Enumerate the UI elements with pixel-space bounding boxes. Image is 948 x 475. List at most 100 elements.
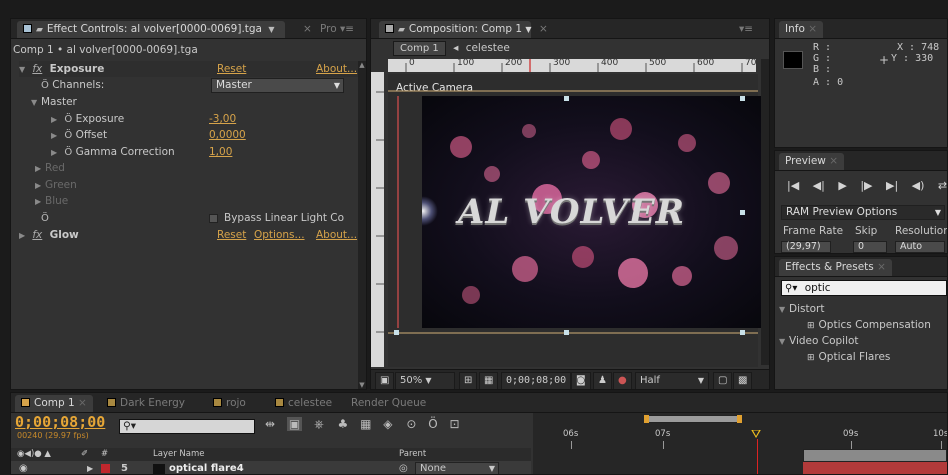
breadcrumb-next[interactable]: celestee: [466, 42, 510, 54]
graph-icon[interactable]: ⊡: [450, 417, 460, 431]
chevron-down-icon[interactable]: ▼: [268, 25, 274, 34]
expand-triangle-icon[interactable]: ▶: [19, 228, 29, 244]
tab-info[interactable]: Info ×: [779, 21, 824, 38]
tab-dark-energy[interactable]: Dark Energy: [101, 395, 191, 412]
audio-icon[interactable]: ◀): [912, 179, 925, 192]
reset-link[interactable]: Reset: [217, 227, 246, 243]
resolution-dropdown[interactable]: Half ▼: [635, 372, 709, 389]
effects-search-field[interactable]: ⚲▾ optic: [781, 280, 947, 296]
options-link[interactable]: Options...: [254, 227, 305, 243]
stopwatch-icon[interactable]: Ö: [428, 417, 437, 431]
eye-icon[interactable]: ◉: [19, 461, 28, 474]
expand-triangle-icon[interactable]: ▼: [779, 334, 789, 350]
transparency-grid-icon[interactable]: ▩: [733, 372, 753, 389]
always-preview-icon[interactable]: ▣: [375, 372, 395, 389]
chevron-down-icon[interactable]: ▼: [525, 25, 531, 34]
time-graph[interactable]: 06s 07s 09s 10s ⛛: [533, 413, 947, 474]
graph-editor-icon[interactable]: ◈: [383, 417, 392, 431]
expand-triangle-icon[interactable]: ▼: [31, 95, 41, 111]
expand-triangle-icon[interactable]: ▼: [19, 62, 29, 78]
close-icon[interactable]: ×: [78, 397, 87, 409]
tab-effect-controls[interactable]: ▰ Effect Controls: al volver[0000-0069].t…: [17, 21, 285, 38]
param-value[interactable]: 1,00: [209, 144, 232, 160]
skip-dropdown[interactable]: 0: [853, 241, 887, 253]
safe-zones-icon[interactable]: ⊞: [459, 372, 478, 389]
channels-dropdown[interactable]: Master ▼: [211, 78, 344, 93]
panel-menu-icon[interactable]: ▾≡: [733, 21, 759, 38]
expand-triangle-icon[interactable]: ▶: [51, 128, 61, 144]
param-value[interactable]: -3,00: [209, 111, 236, 127]
next-frame-icon[interactable]: |▶: [860, 179, 872, 192]
expand-triangle-icon[interactable]: ▶: [87, 461, 93, 474]
lock-icon[interactable]: ▰: [398, 25, 405, 35]
tab-render-queue[interactable]: Render Queue: [345, 395, 432, 412]
layer-track-bar[interactable]: [803, 462, 947, 474]
stopwatch-icon[interactable]: Ö: [64, 112, 72, 128]
effect-glow-row[interactable]: ▶ fx Glow Reset Options... About...: [19, 227, 358, 243]
snapshot-icon[interactable]: ◙: [571, 372, 591, 389]
shy-layers-icon[interactable]: ⎈: [314, 417, 324, 431]
comp-viewport[interactable]: Active Camera AL VOLVER: [388, 74, 762, 367]
bypass-checkbox[interactable]: [209, 214, 218, 223]
stopwatch-icon[interactable]: Ö: [64, 128, 72, 144]
timecode-button[interactable]: 0;00;08;00: [501, 372, 572, 389]
lock-icon[interactable]: ▰: [36, 25, 43, 35]
region-of-interest-icon[interactable]: ▢: [713, 372, 733, 389]
grid-icon[interactable]: ▦: [479, 372, 499, 389]
close-icon[interactable]: ×: [533, 21, 554, 38]
channel-group-green[interactable]: ▶ Green: [35, 177, 358, 193]
expand-triangle-icon[interactable]: ▶: [51, 112, 61, 128]
resolution-dropdown[interactable]: Auto: [895, 241, 945, 253]
col-parent[interactable]: Parent: [399, 448, 426, 461]
effect-item-optics-compensation[interactable]: ⊞ Optics Compensation: [807, 317, 939, 333]
fx-icon[interactable]: fx: [32, 63, 42, 75]
layer-handle[interactable]: [740, 96, 745, 101]
play-icon[interactable]: ▶: [838, 179, 846, 192]
first-frame-icon[interactable]: |◀: [787, 179, 799, 192]
timeline-timecode[interactable]: 0;00;08;00: [15, 413, 105, 431]
param-row-gamma[interactable]: ▶ Ö Gamma Correction 1,00: [51, 144, 358, 160]
scroll-down-arrow[interactable]: ▼: [358, 381, 366, 389]
layer-duration-bar[interactable]: [803, 449, 947, 462]
panel-menu-icon[interactable]: ▾≡: [340, 23, 354, 35]
param-row-offset[interactable]: ▶ Ö Offset 0,0000: [51, 127, 358, 143]
scroll-up-arrow[interactable]: ▲: [358, 61, 366, 69]
layer-label-color[interactable]: [101, 464, 110, 473]
last-frame-icon[interactable]: ▶|: [886, 179, 898, 192]
ram-preview-options-dropdown[interactable]: RAM Preview Options ▼: [781, 205, 945, 220]
effect-controls-scrollbar[interactable]: ▲ ▼: [358, 61, 366, 389]
prev-frame-icon[interactable]: ◀|: [813, 179, 825, 192]
stopwatch-icon[interactable]: Ö: [41, 78, 49, 94]
work-area-start[interactable]: [644, 415, 649, 423]
channels-icon[interactable]: ●: [613, 372, 632, 389]
category-video-copilot[interactable]: ▼ Video Copilot: [779, 333, 939, 349]
breadcrumb-comp-button[interactable]: Comp 1: [393, 41, 446, 56]
timeline-search-input[interactable]: ⚲▾: [119, 419, 255, 434]
layer-row[interactable]: ◉ ▶ 5 optical flare4 ◎ None ▼: [11, 461, 531, 474]
work-area-end[interactable]: [737, 415, 742, 423]
zoom-dropdown[interactable]: 50% ▼: [395, 372, 455, 389]
effect-exposure-row[interactable]: ▼ fx Exposure Reset About...: [19, 61, 358, 77]
tab-composition[interactable]: ▰ Composition: Comp 1 ▼: [379, 21, 532, 38]
expand-triangle-icon[interactable]: ▶: [35, 194, 45, 210]
layer-handle[interactable]: [564, 330, 569, 335]
frame-rate-dropdown[interactable]: (29,97): [781, 241, 831, 253]
tab-celestee[interactable]: celestee: [269, 395, 338, 412]
layer-handle[interactable]: [740, 210, 745, 215]
about-link[interactable]: About...: [316, 61, 357, 77]
show-snapshot-icon[interactable]: ♟: [593, 372, 612, 389]
expand-triangle-icon[interactable]: ▼: [779, 302, 789, 318]
layer-name[interactable]: optical flare4: [169, 461, 244, 474]
about-link[interactable]: About...: [316, 227, 357, 243]
work-area-bar[interactable]: [644, 415, 742, 423]
fx-icon[interactable]: fx: [32, 229, 42, 241]
brainstorm-icon[interactable]: ⊙: [406, 417, 416, 431]
tab-rojo[interactable]: rojo: [207, 395, 252, 412]
draft-3d-icon[interactable]: ▣: [286, 417, 303, 431]
param-value[interactable]: 0,0000: [209, 127, 246, 143]
frame-blending-icon[interactable]: ♣: [338, 417, 349, 431]
layer-handle[interactable]: [394, 330, 399, 335]
close-icon[interactable]: ×: [808, 23, 817, 35]
parent-dropdown[interactable]: None ▼: [415, 462, 499, 474]
col-layer-name[interactable]: Layer Name: [153, 448, 204, 461]
